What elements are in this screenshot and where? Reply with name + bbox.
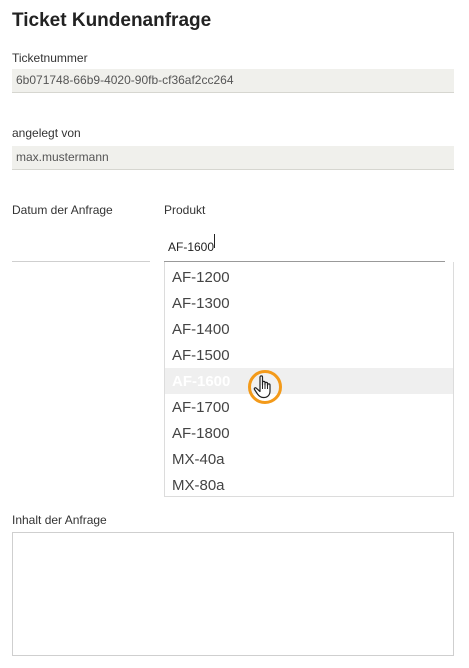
text-caret (214, 234, 215, 248)
product-label: Produkt (164, 203, 206, 217)
dropdown-option[interactable]: AF-1700 (165, 394, 453, 420)
dropdown-option[interactable]: AF-1200 (165, 264, 453, 290)
dropdown-option[interactable]: AF-1400 (165, 316, 453, 342)
dropdown-option[interactable]: AF-1300 (165, 290, 453, 316)
dropdown-option[interactable]: MX-80a (165, 472, 453, 496)
product-input[interactable] (164, 228, 445, 262)
ticket-number-label: Ticketnummer (12, 51, 88, 65)
created-by-field: max.mustermann (12, 146, 454, 170)
product-dropdown[interactable]: AF-1200 AF-1300 AF-1400 AF-1500 AF-1600 … (164, 262, 454, 497)
date-label: Datum der Anfrage (12, 203, 113, 217)
dropdown-option[interactable]: AF-1500 (165, 342, 453, 368)
dropdown-option[interactable]: MX-40a (165, 446, 453, 472)
content-label: Inhalt der Anfrage (12, 513, 107, 527)
ticket-number-field: 6b071748-66b9-4020-90fb-cf36af2cc264 (12, 69, 454, 93)
content-textarea[interactable] (12, 532, 454, 656)
date-field[interactable] (12, 261, 150, 262)
dropdown-option-hovered[interactable]: AF-1600 (165, 368, 453, 394)
dropdown-option[interactable]: AF-1800 (165, 420, 453, 446)
created-by-label: angelegt von (12, 126, 81, 140)
hand-pointer-icon (253, 375, 271, 399)
page-title: Ticket Kundenanfrage (12, 10, 212, 31)
